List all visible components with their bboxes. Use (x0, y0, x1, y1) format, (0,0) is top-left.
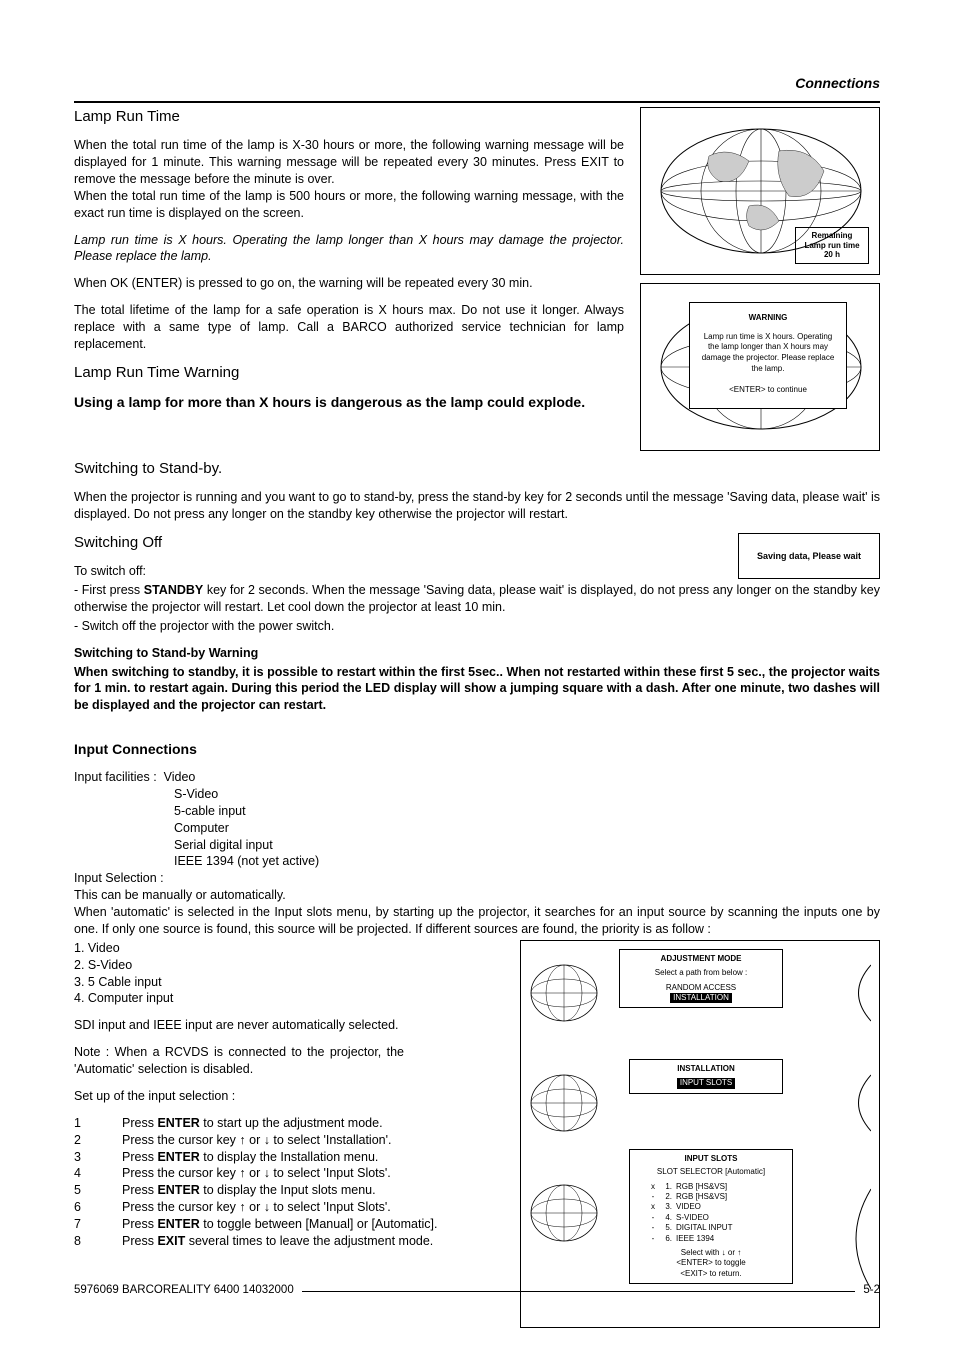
menu-title: INPUT SLOTS (636, 1154, 786, 1164)
menu-subtitle: SLOT SELECTOR [Automatic] (636, 1167, 786, 1177)
remaining-lamp-box: Remaining Lamp run time 20 h (795, 227, 869, 264)
saving-box: Saving data, Please wait (738, 533, 880, 579)
body-text: - First press STANDBY key for 2 seconds.… (74, 582, 880, 616)
menu-item-selected: INPUT SLOTS (677, 1078, 735, 1088)
body-text: When the projector is running and you wa… (74, 489, 880, 523)
menu-title: ADJUSTMENT MODE (626, 954, 776, 964)
list-item: 5-cable input (174, 803, 880, 820)
warning-body: When switching to standby, it is possibl… (74, 664, 880, 715)
body-text: When OK (ENTER) is pressed to go on, the… (74, 275, 624, 292)
step-row: 5Press ENTER to display the Input slots … (74, 1182, 508, 1199)
step-row: 8Press EXIT several times to leave the a… (74, 1233, 508, 1250)
step-row: 4Press the cursor key ↑ or ↓ to select '… (74, 1165, 508, 1182)
body-text: When the total run time of the lamp is 5… (74, 188, 624, 222)
menu-item: RANDOM ACCESS (626, 983, 776, 993)
step-row: 1Press ENTER to start up the adjustment … (74, 1115, 508, 1132)
menu-input-slots: INPUT SLOTS SLOT SELECTOR [Automatic] x1… (629, 1149, 793, 1284)
menu-row: x1.RGB [HS&VS] (648, 1182, 786, 1192)
body-text: When the total run time of the lamp is X… (74, 137, 624, 188)
menu-footer: Select with ↓ or ↑ (636, 1248, 786, 1258)
body-text: The total lifetime of the lamp for a saf… (74, 302, 624, 353)
figure-globe-remaining: Remaining Lamp run time 20 h (640, 107, 880, 275)
header-rule (74, 101, 880, 103)
warning-subheading: Switching to Stand-by Warning (74, 645, 880, 662)
box-label: Lamp run time (804, 241, 859, 250)
menu-row: x3.VIDEO (648, 1202, 786, 1212)
globe-edge-icon (841, 1179, 871, 1299)
menu-row: -4.S-VIDEO (648, 1213, 786, 1223)
menu-item-selected: INSTALLATION (670, 993, 732, 1003)
footer-left: 5976069 BARCOREALITY 6400 14032000 (74, 1283, 294, 1299)
globe-edge-icon (841, 959, 871, 1027)
menu-title: INSTALLATION (636, 1064, 776, 1074)
heading-input-connections: Input Connections (74, 740, 880, 759)
menu-footer: <ENTER> to toggle (636, 1258, 786, 1268)
box-label: Remaining (812, 231, 853, 240)
globe-icon (529, 1069, 599, 1137)
step-row: 2Press the cursor key ↑ or ↓ to select '… (74, 1132, 508, 1149)
menu-subtitle: Select a path from below : (626, 968, 776, 978)
figure-globe-warning: WARNING Lamp run time is X hours. Operat… (640, 283, 880, 451)
box-label: 20 h (824, 250, 840, 259)
body-text: Note : When a RCVDS is connected to the … (74, 1044, 404, 1078)
globe-icon (529, 959, 599, 1027)
box-title: WARNING (698, 313, 838, 324)
body-text: When 'automatic' is selected in the Inpu… (74, 904, 880, 938)
bold-warning: Using a lamp for more than X hours is da… (74, 393, 624, 412)
input-selection-label: Input Selection : (74, 870, 880, 887)
step-row: 3Press ENTER to display the Installation… (74, 1149, 508, 1166)
step-row: 6Press the cursor key ↑ or ↓ to select '… (74, 1199, 508, 1216)
heading-standby: Switching to Stand-by. (74, 459, 880, 479)
page-footer: 5976069 BARCOREALITY 6400 14032000 5-2 (74, 1283, 880, 1299)
input-facilities: Input facilities : Video S-Video 5-cable… (74, 769, 880, 870)
list-item: S-Video (174, 786, 880, 803)
menu-row: -5.DIGITAL INPUT (648, 1223, 786, 1233)
page-header-title: Connections (74, 74, 880, 93)
globe-icon (529, 1179, 599, 1247)
body-italic: Lamp run time is X hours. Operating the … (74, 232, 624, 266)
menu-row: -6.IEEE 1394 (648, 1234, 786, 1244)
footer-page-number: 5-2 (863, 1283, 880, 1299)
body-text: - Switch off the projector with the powe… (74, 618, 880, 635)
list-item: IEEE 1394 (not yet active) (174, 853, 880, 870)
warning-box: WARNING Lamp run time is X hours. Operat… (689, 302, 847, 409)
body-text: This can be manually or automatically. (74, 887, 880, 904)
heading-lamp-warning: Lamp Run Time Warning (74, 363, 624, 383)
menu-installation: INSTALLATION INPUT SLOTS (629, 1059, 783, 1094)
list-item: Serial digital input (174, 837, 880, 854)
box-footer: <ENTER> to continue (698, 385, 838, 396)
globe-edge-icon (841, 1069, 871, 1137)
heading-lamp-run-time: Lamp Run Time (74, 107, 624, 127)
list-item: Computer (174, 820, 880, 837)
menu-footer: <EXIT> to return. (636, 1269, 786, 1279)
step-row: 7Press ENTER to toggle between [Manual] … (74, 1216, 508, 1233)
figure-menus: ADJUSTMENT MODE Select a path from below… (520, 940, 880, 1328)
menu-row: -2.RGB [HS&VS] (648, 1192, 786, 1202)
menu-adjustment-mode: ADJUSTMENT MODE Select a path from below… (619, 949, 783, 1009)
box-body: Lamp run time is X hours. Operating the … (698, 332, 838, 375)
